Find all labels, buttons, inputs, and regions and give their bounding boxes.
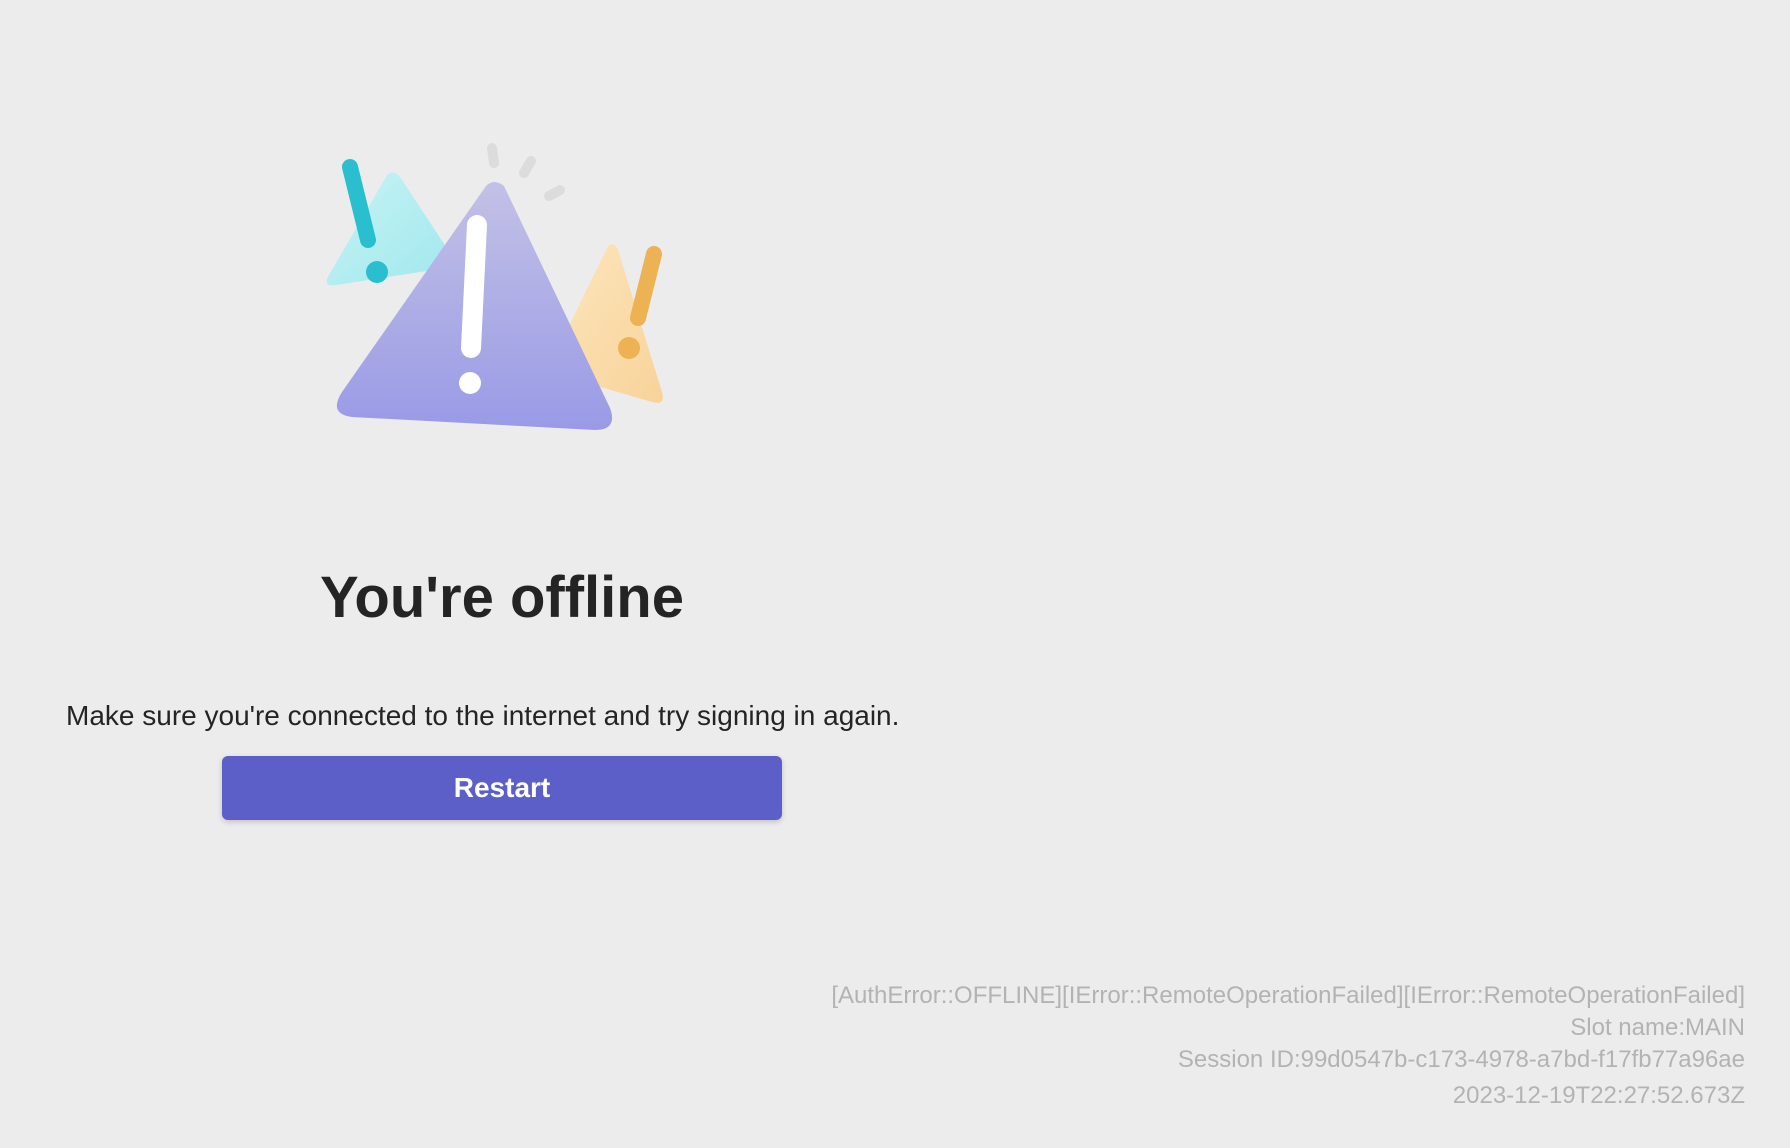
offline-error-page: You're offline Make sure you're connecte…	[0, 0, 1790, 1148]
offline-message: Make sure you're connected to the intern…	[66, 700, 900, 731]
slot-name-text: Slot name:MAIN	[1570, 1014, 1745, 1041]
diagnostics-info: [AuthError::OFFLINE][IError::RemoteOpera…	[831, 980, 1745, 1112]
offline-illustration	[320, 130, 690, 470]
warning-triangles-icon	[326, 143, 663, 430]
error-codes-text: [AuthError::OFFLINE][IError::RemoteOpera…	[831, 982, 1745, 1009]
page-title: You're offline	[320, 565, 684, 630]
restart-button[interactable]: Restart	[222, 756, 782, 820]
session-id-text: Session ID:99d0547b-c173-4978-a7bd-f17fb…	[1177, 1046, 1745, 1073]
timestamp-text: 2023-12-19T22:27:52.673Z	[1452, 1082, 1745, 1109]
